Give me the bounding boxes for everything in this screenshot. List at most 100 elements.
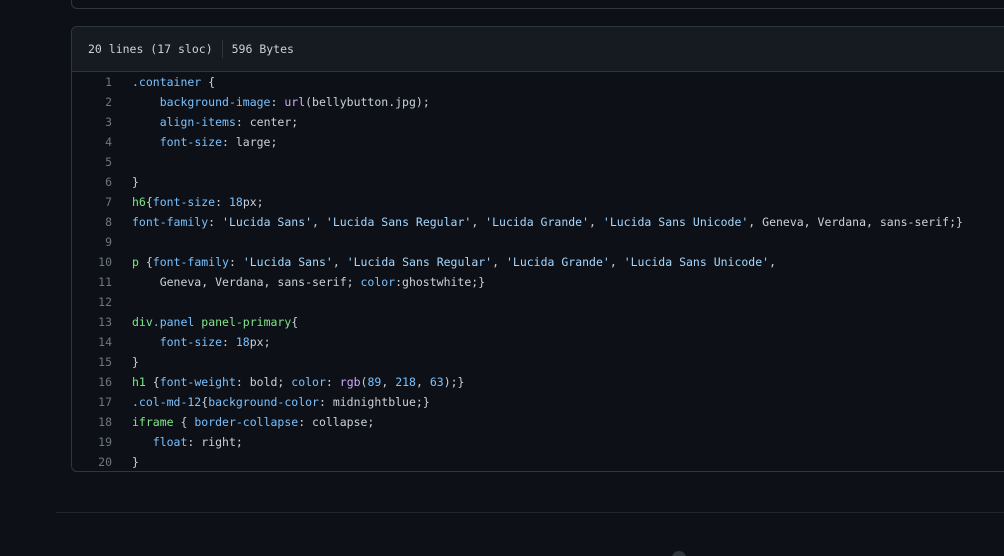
code-token: : bbox=[222, 335, 236, 349]
line-number[interactable]: 5 bbox=[72, 152, 112, 172]
line-number[interactable]: 13 bbox=[72, 312, 112, 332]
code-line: 11 Geneva, Verdana, sans-serif; color:gh… bbox=[72, 272, 1004, 292]
code-token: .col-md-12 bbox=[132, 395, 202, 409]
code-text: p {font-family: 'Lucida Sans', 'Lucida S… bbox=[112, 252, 776, 272]
code-line: 12 bbox=[72, 292, 1004, 312]
line-number[interactable]: 4 bbox=[72, 132, 112, 152]
line-number[interactable]: 11 bbox=[72, 272, 112, 292]
code-token: 'Lucida Sans Regular' bbox=[325, 215, 472, 229]
code-token: } bbox=[132, 175, 139, 189]
code-token: 218 bbox=[395, 375, 416, 389]
code-line: 13 div.panel panel-primary{ bbox=[72, 312, 1004, 332]
code-token: , bbox=[589, 215, 603, 229]
code-token: panel-primary bbox=[201, 315, 292, 329]
code-token: { bbox=[138, 255, 153, 269]
line-number[interactable]: 16 bbox=[72, 372, 112, 392]
code-token: iframe bbox=[132, 415, 174, 429]
code-token: : bbox=[325, 375, 340, 389]
code-line: 3 align-items: center; bbox=[72, 112, 1004, 132]
code-token: :ghostwhite;} bbox=[395, 275, 486, 289]
code-text: } bbox=[112, 172, 139, 192]
code-text: align-items: center; bbox=[112, 112, 298, 132]
line-number[interactable]: 9 bbox=[72, 232, 112, 252]
code-line: 10 p {font-family: 'Lucida Sans', 'Lucida… bbox=[72, 252, 1004, 272]
line-number[interactable]: 7 bbox=[72, 192, 112, 212]
code-token: 18 bbox=[228, 195, 243, 209]
code-text: .container { bbox=[112, 72, 215, 92]
line-count-label: 20 lines (17 sloc) bbox=[88, 42, 213, 56]
code-token: font-size bbox=[159, 135, 223, 149]
code-line: 9 bbox=[72, 232, 1004, 252]
code-token: : center; bbox=[235, 115, 299, 129]
code-token: h1 bbox=[132, 375, 146, 389]
code-line: 5 bbox=[72, 152, 1004, 172]
code-token: : large; bbox=[222, 135, 278, 149]
line-number[interactable]: 17 bbox=[72, 392, 112, 412]
code-token: 'Lucida Sans' bbox=[222, 215, 313, 229]
code-text: h1 {font-weight: bold; color: rgb(89, 21… bbox=[112, 372, 464, 392]
code-text: font-size: 18px; bbox=[112, 332, 271, 352]
code-token: , bbox=[381, 375, 396, 389]
code-token: , bbox=[492, 255, 506, 269]
footer-divider bbox=[56, 512, 1004, 513]
line-number[interactable]: 14 bbox=[72, 332, 112, 352]
code-text: background-image: url(bellybutton.jpg); bbox=[112, 92, 430, 112]
code-token: .container bbox=[132, 75, 202, 89]
code-text: float: right; bbox=[112, 432, 243, 452]
line-number[interactable]: 18 bbox=[72, 412, 112, 432]
code-token: , bbox=[471, 215, 486, 229]
line-number[interactable]: 10 bbox=[72, 252, 112, 272]
code-token: );} bbox=[443, 375, 465, 389]
code-token: , Geneva, Verdana, sans-serif;} bbox=[748, 215, 963, 229]
code-token: .panel bbox=[152, 315, 195, 329]
code-line: 16 h1 {font-weight: bold; color: rgb(89, … bbox=[72, 372, 1004, 392]
code-line: 2 background-image: url(bellybutton.jpg)… bbox=[72, 92, 1004, 112]
avatar bbox=[672, 551, 686, 556]
code-token: : bbox=[228, 255, 243, 269]
line-number[interactable]: 20 bbox=[72, 452, 112, 471]
code-token: { bbox=[145, 195, 153, 209]
code-line: 8 font-family: 'Lucida Sans', 'Lucida San… bbox=[72, 212, 1004, 232]
code-token: font-family bbox=[152, 255, 229, 269]
code-token: 'Lucida Sans Unicode' bbox=[623, 255, 770, 269]
line-number[interactable]: 19 bbox=[72, 432, 112, 452]
code-token: border-collapse bbox=[194, 415, 299, 429]
code-token: } bbox=[132, 355, 139, 369]
code-token: (bellybutton.jpg); bbox=[305, 95, 430, 109]
line-number[interactable]: 3 bbox=[72, 112, 112, 132]
header-divider bbox=[221, 40, 223, 58]
code-token: 89 bbox=[367, 375, 382, 389]
code-token: background-image bbox=[159, 95, 271, 109]
code-line: 7 h6{font-size: 18px; bbox=[72, 192, 1004, 212]
code-token: , bbox=[332, 255, 347, 269]
code-line: 18 iframe { border-collapse: collapse; bbox=[72, 412, 1004, 432]
code-token: p bbox=[132, 255, 139, 269]
code-token: font-size bbox=[152, 195, 216, 209]
line-number[interactable]: 6 bbox=[72, 172, 112, 192]
code-line: 19 float: right; bbox=[72, 432, 1004, 452]
code-token: align-items bbox=[159, 115, 236, 129]
file-size-label: 596 Bytes bbox=[231, 42, 294, 56]
code-line: 15} bbox=[72, 352, 1004, 372]
code-text: div.panel panel-primary{ bbox=[112, 312, 298, 332]
line-number[interactable]: 1 bbox=[72, 72, 112, 92]
line-number[interactable]: 2 bbox=[72, 92, 112, 112]
line-number[interactable]: 8 bbox=[72, 212, 112, 232]
code-token: div bbox=[132, 315, 153, 329]
code-token: { bbox=[201, 75, 216, 89]
code-line: 6} bbox=[72, 172, 1004, 192]
file-viewer: 20 lines (17 sloc) 596 Bytes 1 .container… bbox=[71, 26, 1004, 472]
code-token: : collapse; bbox=[298, 415, 375, 429]
code-text: font-family: 'Lucida Sans', 'Lucida Sans… bbox=[112, 212, 963, 232]
code-line: 4 font-size: large; bbox=[72, 132, 1004, 152]
code-line: 17 .col-md-12{background-color: midnightb… bbox=[72, 392, 1004, 412]
code-token: : bbox=[270, 95, 285, 109]
code-area[interactable]: 1 .container {2 background-image: url(bel… bbox=[72, 72, 1004, 471]
line-number[interactable]: 15 bbox=[72, 352, 112, 372]
line-number[interactable]: 12 bbox=[72, 292, 112, 312]
code-text: font-size: large; bbox=[112, 132, 278, 152]
